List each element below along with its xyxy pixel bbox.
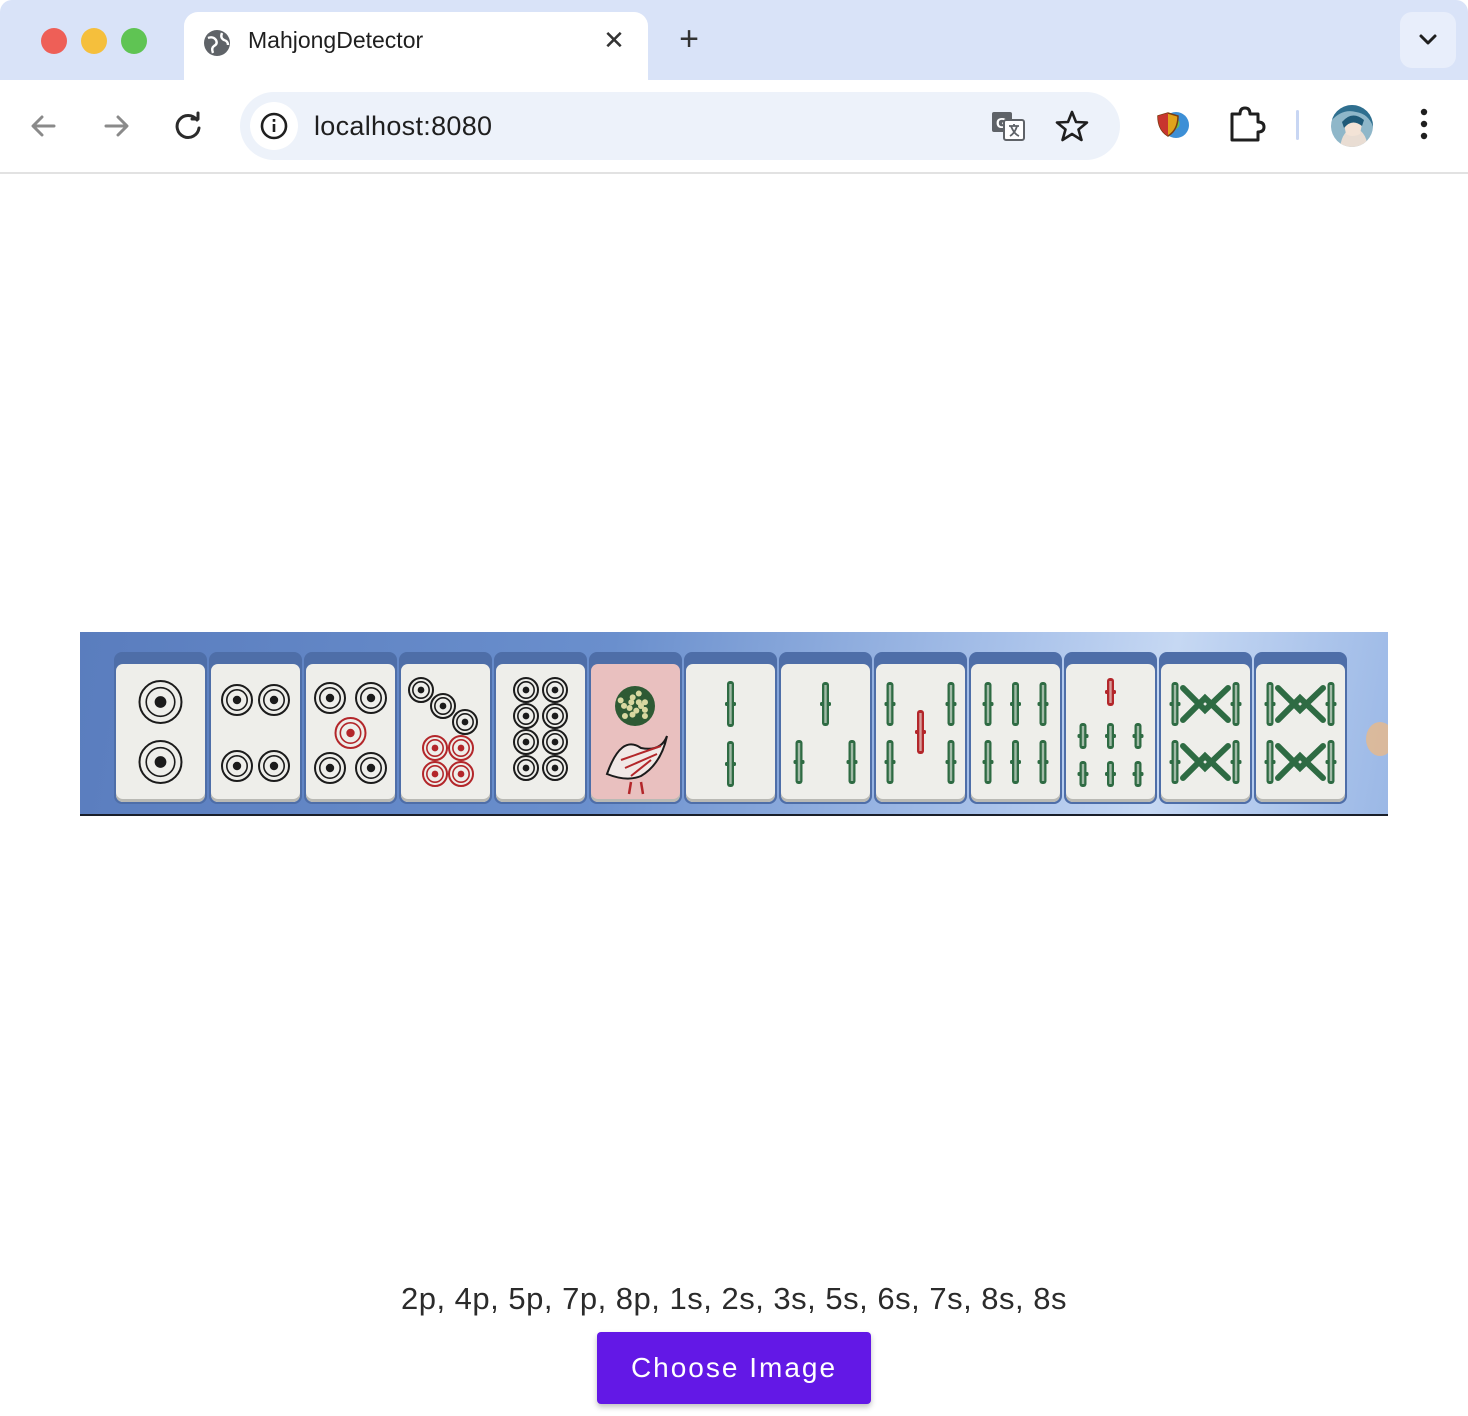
tile-symbol-icon [793,682,858,784]
forward-arrow-icon[interactable] [96,106,136,146]
mahjong-tile [494,652,587,804]
tile-symbol-icon [513,677,568,781]
tile-face [401,664,490,802]
mahjong-tile [304,652,397,804]
mahjong-tile [969,652,1062,804]
page-content: 2p, 4p, 5p, 7p, 8p, 1s, 2s, 3s, 5s, 6s, … [0,174,1468,1416]
mahjong-tile [114,652,207,804]
tile-symbol-icon [982,682,1049,784]
extension-shield-icon[interactable] [1152,104,1192,144]
tab-mahjong-detector[interactable]: MahjongDetector ✕ [184,12,648,80]
tile-face [591,664,680,802]
tile-symbol-icon [138,680,183,784]
minimize-window-button[interactable] [81,28,107,54]
mahjong-tile [1254,652,1347,804]
plus-icon[interactable]: + [672,22,706,56]
tile-face [116,664,205,802]
site-info-button[interactable] [250,102,298,150]
mahjong-tile [209,652,302,804]
tile-face [306,664,395,802]
tile-symbol-icon [221,684,290,782]
tile-face [876,664,965,802]
translate-icon[interactable]: G [990,108,1026,144]
choose-image-button[interactable]: Choose Image [597,1332,871,1404]
tile-face [1256,664,1345,802]
close-icon[interactable]: ✕ [600,26,628,54]
tile-face [496,664,585,802]
tile-symbol-icon [1169,682,1242,784]
puzzle-icon[interactable] [1226,104,1266,144]
tile-face [971,664,1060,802]
tile-symbol-icon [408,677,478,787]
mahjong-tile [874,652,967,804]
mahjong-tile [1064,652,1157,804]
tile-face [211,664,300,802]
background-object [1366,722,1388,756]
mahjong-tile [684,652,777,804]
browser-toolbar: localhost:8080 G [0,80,1468,174]
tile-symbol-icon [1077,678,1144,787]
tab-search-button[interactable] [1400,12,1456,68]
mahjong-tile [399,652,492,804]
star-icon[interactable] [1054,108,1090,144]
globe-icon [204,30,230,56]
tile-symbol-icon [314,682,387,784]
tile-face [1161,664,1250,802]
tile-symbol-icon [605,686,668,795]
tab-title: MahjongDetector [248,27,424,53]
back-arrow-icon[interactable] [24,106,64,146]
mahjong-tile [779,652,872,804]
tile-face [1066,664,1155,802]
avatar[interactable] [1330,104,1374,148]
url-text: localhost:8080 [314,111,493,141]
tab-strip: MahjongDetector ✕ + [0,0,1468,80]
tile-face [781,664,870,802]
mahjong-tile [589,652,682,804]
kebab-menu-icon[interactable] [1404,104,1444,144]
address-bar[interactable]: localhost:8080 G [240,92,1120,160]
chevron-down-icon [1419,34,1437,45]
maximize-window-button[interactable] [121,28,147,54]
info-icon [260,112,288,140]
tile-symbol-icon [884,682,957,784]
browser-window: MahjongDetector ✕ + localhost:8080 G 2p,… [0,0,1468,1416]
toolbar-divider [1296,110,1299,140]
reload-icon[interactable] [168,106,208,146]
mahjong-tile [1159,652,1252,804]
mahjong-hand-image [80,632,1388,816]
close-window-button[interactable] [41,28,67,54]
tile-symbol-icon [725,681,736,787]
tile-symbol-icon [1264,682,1337,784]
tile-face [686,664,775,802]
detection-result: 2p, 4p, 5p, 7p, 8p, 1s, 2s, 3s, 5s, 6s, … [400,1281,1068,1316]
